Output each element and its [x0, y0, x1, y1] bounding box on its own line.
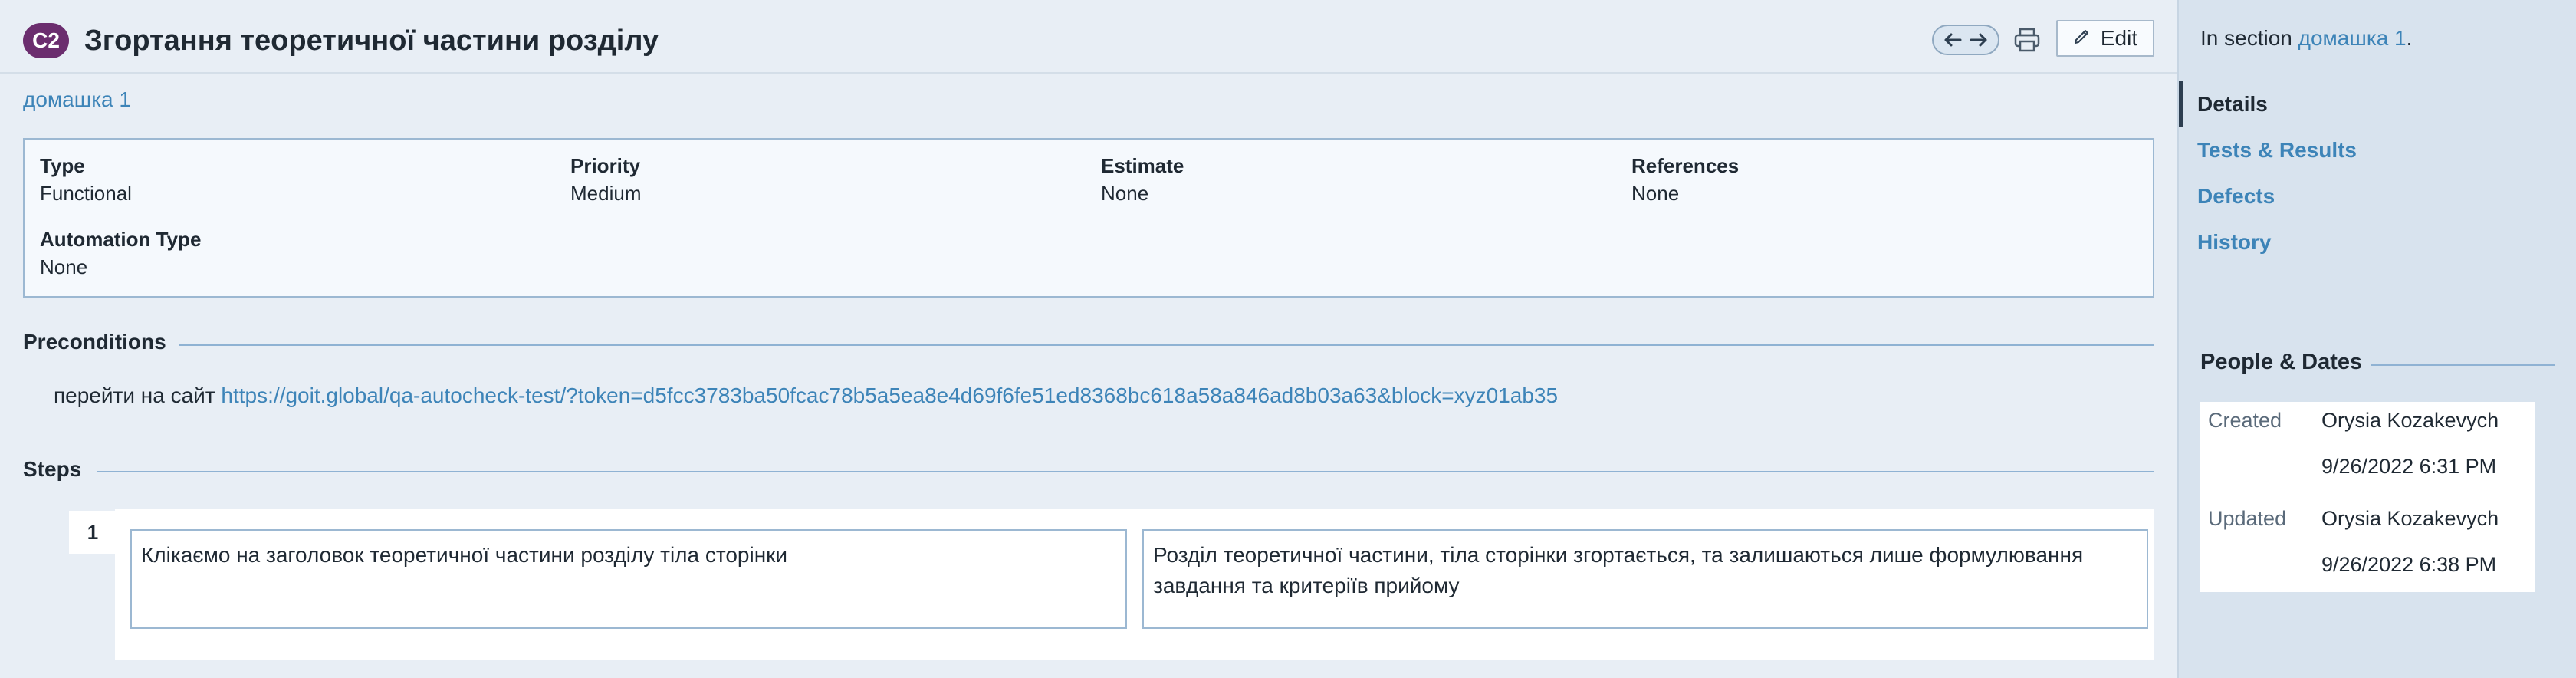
updated-label: Updated	[2208, 507, 2287, 530]
created-at: 9/26/2022 6:31 PM	[2321, 455, 2497, 478]
updated-at: 9/26/2022 6:38 PM	[2321, 553, 2497, 576]
steps-heading: Steps	[23, 457, 82, 481]
sidebar-section-suffix: .	[2406, 26, 2413, 50]
preconditions-prefix: перейти на сайт	[54, 383, 215, 407]
arrow-right-icon[interactable]	[1967, 28, 1990, 51]
property-priority-label: Priority	[570, 154, 641, 177]
people-dates-divider	[2371, 364, 2555, 366]
edit-button[interactable]: Edit	[2056, 20, 2154, 57]
arrow-left-icon[interactable]	[1941, 28, 1964, 51]
sidebar-section-link[interactable]: домашка 1	[2298, 26, 2407, 50]
created-by: Orysia Kozakevych	[2321, 409, 2499, 432]
page-title: Згортання теоретичної частини розділу	[84, 25, 659, 57]
property-type-label: Type	[40, 154, 85, 177]
sidebar-item-defects[interactable]: Defects	[2179, 173, 2576, 219]
people-dates-card: Created Orysia Kozakevych 9/26/2022 6:31…	[2200, 402, 2535, 592]
property-references-value: None	[1631, 182, 1680, 205]
case-navigation	[1932, 25, 1999, 55]
sidebar-item-tests-results[interactable]: Tests & Results	[2179, 127, 2576, 173]
property-automation-type-value: None	[40, 255, 88, 278]
property-estimate: Estimate None	[1101, 152, 1184, 207]
preconditions-text: перейти на сайт https://goit.global/qa-a…	[54, 383, 1558, 408]
sidebar-section-prefix: In section	[2200, 26, 2292, 50]
preconditions-heading: Preconditions	[23, 330, 166, 354]
created-label: Created	[2208, 409, 2282, 432]
edit-button-label: Edit	[2100, 26, 2138, 50]
property-automation-type-label: Automation Type	[40, 228, 202, 251]
step-action: Клікаємо на заголовок теоретичної частин…	[130, 529, 1127, 629]
property-priority-value: Medium	[570, 182, 642, 205]
printer-icon[interactable]	[2010, 23, 2044, 57]
sidebar-nav: Details Tests & Results Defects History	[2179, 81, 2576, 265]
sidebar: In section домашка 1. Details Tests & Re…	[2177, 0, 2576, 678]
updated-by: Orysia Kozakevych	[2321, 507, 2499, 530]
sidebar-section-info: In section домашка 1.	[2200, 26, 2412, 51]
sidebar-item-history[interactable]: History	[2179, 219, 2576, 265]
people-dates-heading: People & Dates	[2200, 350, 2363, 374]
property-estimate-value: None	[1101, 182, 1149, 205]
section-breadcrumb-link[interactable]: домашка 1	[23, 87, 131, 112]
property-references-label: References	[1631, 154, 1740, 177]
steps-divider	[97, 471, 2154, 472]
property-type: Type Functional	[40, 152, 132, 207]
step-number: 1	[69, 511, 117, 554]
property-automation-type: Automation Type None	[40, 225, 201, 281]
pencil-icon	[2073, 26, 2091, 51]
case-properties: Type Functional Priority Medium Estimate…	[23, 138, 2154, 298]
step-row: Клікаємо на заголовок теоретичної частин…	[115, 509, 2154, 660]
main-content: C2 Згортання теоретичної частини розділу…	[0, 0, 2177, 678]
preconditions-divider	[179, 344, 2154, 346]
case-id-badge: C2	[23, 23, 69, 58]
property-references: References None	[1631, 152, 1739, 207]
property-priority: Priority Medium	[570, 152, 641, 207]
step-expected-result: Розділ теоретичної частини, тіла сторінк…	[1142, 529, 2148, 629]
case-header: C2 Згортання теоретичної частини розділу…	[0, 3, 2177, 74]
sidebar-item-details[interactable]: Details	[2179, 81, 2576, 127]
property-estimate-label: Estimate	[1101, 154, 1184, 177]
property-type-value: Functional	[40, 182, 132, 205]
preconditions-url-link[interactable]: https://goit.global/qa-autocheck-test/?t…	[221, 383, 1558, 407]
